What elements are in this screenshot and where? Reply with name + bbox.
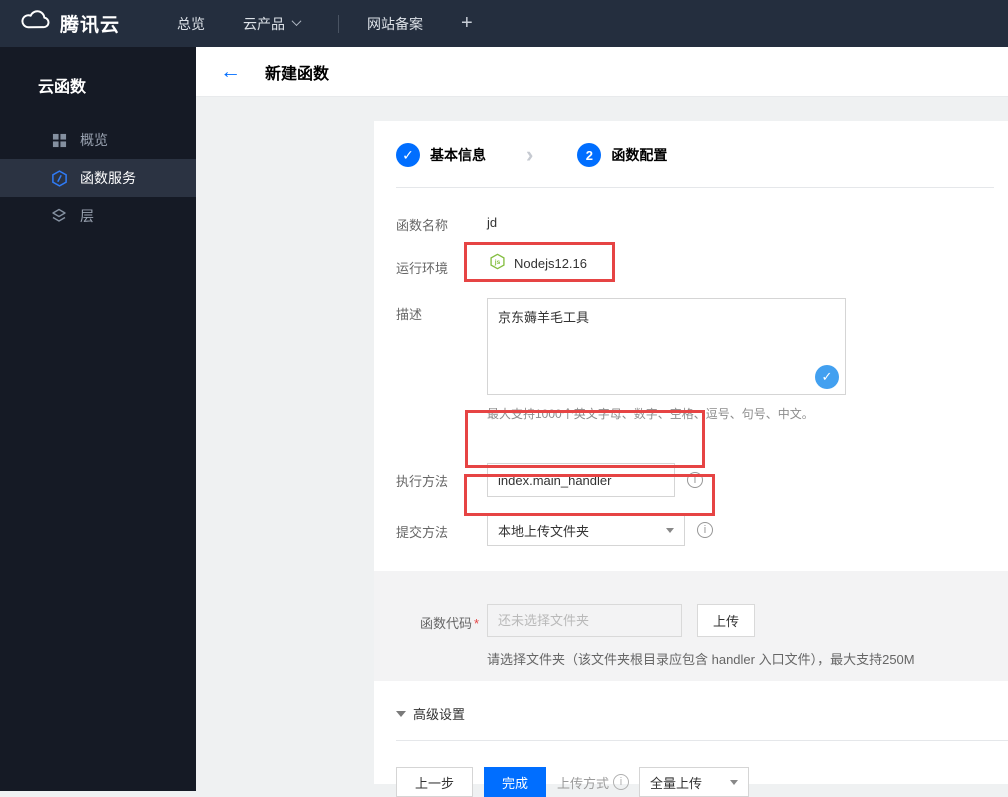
required-asterisk: * [474, 616, 479, 631]
finish-button[interactable]: 完成 [484, 767, 546, 797]
top-navbar: 腾讯云 总览 云产品 网站备案 + [0, 0, 1008, 47]
brand-name: 腾讯云 [60, 10, 120, 37]
add-tab-button[interactable]: + [461, 12, 473, 35]
description-hint: 最大支持1000个英文字母、数字、空格、逗号、句号、中文。 [487, 405, 994, 422]
submit-method-row: 提交方法 本地上传文件夹 i [396, 514, 994, 546]
info-icon[interactable]: i [687, 472, 703, 488]
folder-path-input[interactable] [487, 604, 682, 637]
nav-item-products[interactable]: 云产品 [243, 14, 300, 34]
function-name-label: 函数名称 [396, 215, 487, 234]
step1-done-icon: ✓ [396, 143, 420, 167]
steps-divider [396, 187, 994, 188]
function-code-section: 函数代码* 上传 请选择文件夹（该文件夹根目录应包含 handler 入口文件）… [374, 571, 1008, 681]
description-row: 描述 京东薅羊毛工具 ✓ [396, 298, 994, 395]
info-icon[interactable]: i [613, 774, 629, 790]
actions-bar: 上一步 完成 上传方式 i 全量上传 [396, 767, 994, 797]
create-function-card: ✓ 基本信息 › 2 函数配置 函数名称 jd 运行环境 js Nodejs12… [374, 121, 1008, 784]
advanced-settings-toggle[interactable]: 高级设置 [396, 704, 994, 723]
svg-text:js: js [494, 259, 501, 266]
sidebar-item-function-service[interactable]: 函数服务 [0, 159, 196, 197]
sidebar-title: 云函数 [0, 47, 196, 121]
runtime-name: Nodejs12.16 [514, 256, 587, 271]
back-arrow-icon[interactable]: ← [220, 61, 241, 82]
handler-row: 执行方法 i [396, 461, 994, 497]
runtime-value: js Nodejs12.16 [487, 253, 587, 273]
upload-mode-select[interactable]: 全量上传 [639, 767, 749, 797]
description-textarea[interactable]: 京东薅羊毛工具 [487, 298, 846, 395]
steps-indicator: ✓ 基本信息 › 2 函数配置 [396, 141, 994, 167]
step1-label: 基本信息 [430, 145, 486, 165]
nav-item-overview[interactable]: 总览 [177, 14, 205, 34]
sidebar-item-label: 概览 [80, 130, 108, 150]
nodejs-icon: js [489, 253, 506, 273]
runtime-row: 运行环境 js Nodejs12.16 [396, 253, 994, 277]
caret-down-icon [666, 528, 674, 533]
function-hexagon-icon [50, 169, 68, 187]
page-header: ← 新建函数 [196, 47, 1008, 97]
upload-mode-label-group: 上传方式 i [557, 773, 629, 792]
submit-method-label: 提交方法 [396, 514, 487, 541]
sidebar-item-label: 函数服务 [80, 168, 136, 188]
step-arrow-icon: › [526, 144, 533, 166]
triangle-down-icon [396, 711, 406, 717]
function-code-label: 函数代码* [420, 604, 487, 632]
tencent-cloud-logo-icon [19, 10, 51, 37]
nav-divider [338, 15, 339, 33]
upload-button[interactable]: 上传 [697, 604, 755, 637]
step2-number: 2 [577, 143, 601, 167]
submit-method-select[interactable]: 本地上传文件夹 [487, 514, 685, 546]
sidebar: 云函数 概览 函数服务 层 [0, 47, 196, 791]
info-icon[interactable]: i [697, 522, 713, 538]
valid-check-icon: ✓ [815, 365, 839, 389]
sidebar-item-label: 层 [80, 206, 94, 226]
sidebar-item-layers[interactable]: 层 [0, 197, 196, 235]
function-name-row: 函数名称 jd [396, 215, 994, 234]
nav-item-icp[interactable]: 网站备案 [367, 14, 423, 34]
step2-label: 函数配置 [611, 145, 667, 165]
handler-input[interactable] [487, 463, 675, 497]
layers-icon [50, 207, 68, 225]
previous-step-button[interactable]: 上一步 [396, 767, 473, 797]
page-title: 新建函数 [265, 60, 329, 84]
chevron-down-icon [292, 16, 302, 26]
function-name-value: jd [487, 215, 497, 230]
caret-down-icon [730, 780, 738, 785]
advanced-divider [396, 740, 1008, 741]
grid-overview-icon [50, 131, 68, 149]
sidebar-item-overview[interactable]: 概览 [0, 121, 196, 159]
handler-label: 执行方法 [396, 461, 487, 490]
plus-icon: + [461, 12, 473, 35]
runtime-label: 运行环境 [396, 253, 487, 277]
description-label: 描述 [396, 298, 487, 323]
brand[interactable]: 腾讯云 [0, 10, 177, 37]
function-code-hint: 请选择文件夹（该文件夹根目录应包含 handler 入口文件），最大支持250M [487, 649, 1008, 668]
